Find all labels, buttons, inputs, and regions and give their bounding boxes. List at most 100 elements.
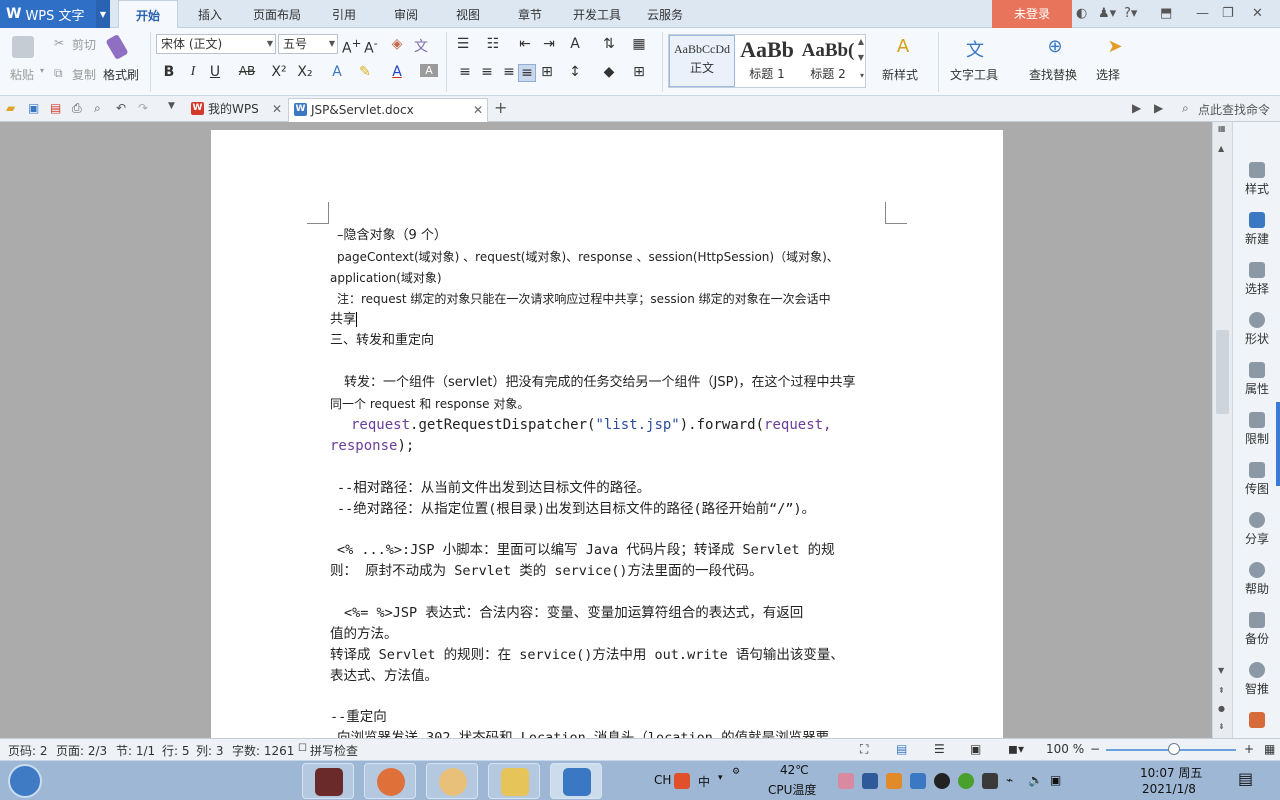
text-effect-icon[interactable]: A: [328, 64, 346, 80]
status-page-number[interactable]: 页码: 2: [8, 742, 48, 759]
document-page[interactable]: –隐含对象（9 个） pageContext(域对象) 、request(域对象…: [211, 130, 1003, 738]
print-icon[interactable]: ⎙: [72, 101, 82, 116]
tab-references[interactable]: 引用: [320, 0, 368, 28]
close-icon[interactable]: ✕: [272, 98, 282, 120]
style-heading-2[interactable]: AaBb( 标题 2: [799, 35, 857, 87]
tab-chapter[interactable]: 章节: [506, 0, 554, 28]
ime-language[interactable]: CH: [654, 773, 671, 787]
sidebar-item-restrict[interactable]: 限制: [1233, 412, 1280, 447]
save-icon[interactable]: ▣: [28, 101, 39, 115]
select-button[interactable]: 选择: [1096, 66, 1120, 83]
select-browse-icon[interactable]: ●: [1218, 704, 1225, 713]
notification-icon[interactable]: ▤: [1238, 769, 1253, 788]
sidebar-item-upload-image[interactable]: 传图: [1233, 462, 1280, 497]
tab-developer[interactable]: 开发工具: [566, 0, 628, 28]
find-replace-button[interactable]: 查找替换: [1029, 66, 1077, 83]
line-spacing-icon[interactable]: ↕: [566, 64, 584, 80]
tray-app-icon[interactable]: [982, 773, 998, 789]
new-style-icon[interactable]: A: [894, 36, 912, 57]
status-spell-check[interactable]: 拼写检查: [310, 742, 358, 759]
more-styles-icon[interactable]: ▾: [860, 71, 864, 80]
superscript-icon[interactable]: X²: [270, 64, 288, 80]
export-pdf-icon[interactable]: ▤: [50, 101, 61, 115]
new-tab-icon[interactable]: +: [494, 98, 507, 117]
taskbar-wps[interactable]: [550, 763, 602, 799]
taskbar-explorer[interactable]: [488, 763, 540, 799]
paste-button[interactable]: 粘贴: [10, 66, 34, 83]
tray-app-icon[interactable]: [886, 773, 902, 789]
status-row[interactable]: 行: 5: [162, 742, 190, 759]
sidebar-item-toolbox[interactable]: [1233, 712, 1280, 730]
app-menu-button[interactable]: W WPS 文字 ▼: [0, 0, 110, 28]
copy-icon[interactable]: ⧉: [54, 66, 63, 81]
sidebar-item-styles[interactable]: 样式: [1233, 162, 1280, 197]
search-icon[interactable]: ⌕: [1182, 101, 1189, 116]
shirt-icon[interactable]: ♟▾: [1098, 6, 1116, 21]
chevron-down-icon[interactable]: ▾: [40, 66, 44, 75]
format-painter-button[interactable]: 格式刷: [103, 66, 139, 83]
tray-app-icon[interactable]: [910, 773, 926, 789]
doc-info-icon[interactable]: ▶: [1132, 101, 1141, 115]
ime-mode[interactable]: 中: [698, 773, 710, 790]
sidebar-item-share[interactable]: 分享: [1233, 512, 1280, 547]
sidebar-item-shapes[interactable]: 形状: [1233, 312, 1280, 347]
prev-page-icon[interactable]: ⇞: [1218, 686, 1225, 695]
scroll-thumb[interactable]: [1216, 330, 1229, 414]
cut-button[interactable]: 剪切: [72, 36, 96, 53]
highlight-icon[interactable]: ✎: [356, 64, 374, 80]
ime-settings-icon[interactable]: ⚙: [732, 767, 740, 777]
status-word-count[interactable]: 字数: 1261: [232, 742, 294, 759]
ime-menu-icon[interactable]: ▾: [718, 773, 723, 783]
distribute-icon[interactable]: ⊞: [538, 64, 556, 80]
page-view-icon[interactable]: ▤: [896, 742, 907, 756]
skin-icon[interactable]: ◐: [1076, 6, 1087, 21]
taskbar-browser[interactable]: [364, 763, 416, 799]
fullscreen-icon[interactable]: ⛶: [860, 742, 868, 757]
outline-view-icon[interactable]: ☰: [934, 742, 945, 756]
align-center-icon[interactable]: ≡: [478, 64, 496, 80]
font-name-select[interactable]: 宋体 (正文) ▼: [156, 34, 276, 54]
status-section[interactable]: 节: 1/1: [116, 742, 155, 759]
tab-insert[interactable]: 插入: [186, 0, 234, 28]
grow-font-icon[interactable]: A+: [342, 36, 361, 57]
tab-document[interactable]: W JSP&Servlet.docx ✕: [288, 98, 488, 122]
clock-time[interactable]: 10:07 周五: [1140, 764, 1202, 781]
usb-icon[interactable]: ⌁: [1006, 773, 1013, 787]
paste-icon[interactable]: [12, 36, 34, 58]
align-left-icon[interactable]: ≡: [456, 64, 474, 80]
underline-icon[interactable]: U: [206, 64, 224, 80]
vertical-scrollbar[interactable]: ▦ ▲ ▼ ⇞ ● ⇟: [1212, 122, 1232, 738]
subscript-icon[interactable]: X₂: [296, 64, 314, 80]
italic-icon[interactable]: I: [184, 64, 202, 80]
justify-icon[interactable]: ≡: [518, 64, 536, 82]
decrease-indent-icon[interactable]: ⇤: [516, 36, 534, 52]
zoom-level[interactable]: 100 %: [1046, 742, 1084, 756]
sidebar-item-properties[interactable]: 属性: [1233, 362, 1280, 397]
format-painter-icon[interactable]: [105, 33, 129, 61]
chevron-down-icon[interactable]: ▼: [858, 53, 864, 62]
close-icon[interactable]: ✕: [1252, 6, 1263, 21]
sort-icon[interactable]: ⇅: [600, 36, 618, 52]
login-button[interactable]: 未登录: [992, 0, 1072, 28]
scissors-icon[interactable]: ✂: [54, 36, 64, 50]
taskbar-java-ide[interactable]: [302, 763, 354, 799]
document-area[interactable]: –隐含对象（9 个） pageContext(域对象) 、request(域对象…: [0, 122, 1212, 738]
bullet-list-icon[interactable]: ☰: [454, 36, 472, 52]
table-icon[interactable]: ▦: [630, 36, 648, 52]
sidebar-item-backup[interactable]: 备份: [1233, 612, 1280, 647]
chevron-up-icon[interactable]: ▲: [858, 37, 864, 46]
increase-indent-icon[interactable]: ⇥: [540, 36, 558, 52]
minimize-icon[interactable]: —: [1196, 6, 1209, 21]
phonetic-icon[interactable]: 文: [412, 36, 430, 56]
status-col[interactable]: 列: 3: [196, 742, 224, 759]
text-tools-icon[interactable]: 文: [966, 36, 984, 62]
status-settings-icon[interactable]: ▦: [1264, 742, 1275, 756]
start-button[interactable]: [8, 764, 42, 798]
web-view-icon[interactable]: ▣: [970, 742, 981, 756]
checkbox-icon[interactable]: ☐: [298, 743, 307, 754]
status-pages[interactable]: 页面: 2/3: [56, 742, 107, 759]
text-tools-button[interactable]: 文字工具: [950, 66, 998, 83]
maximize-icon[interactable]: ❐: [1222, 6, 1234, 21]
clear-format-icon[interactable]: ◈: [388, 36, 406, 52]
borders-icon[interactable]: ⊞: [630, 64, 648, 80]
